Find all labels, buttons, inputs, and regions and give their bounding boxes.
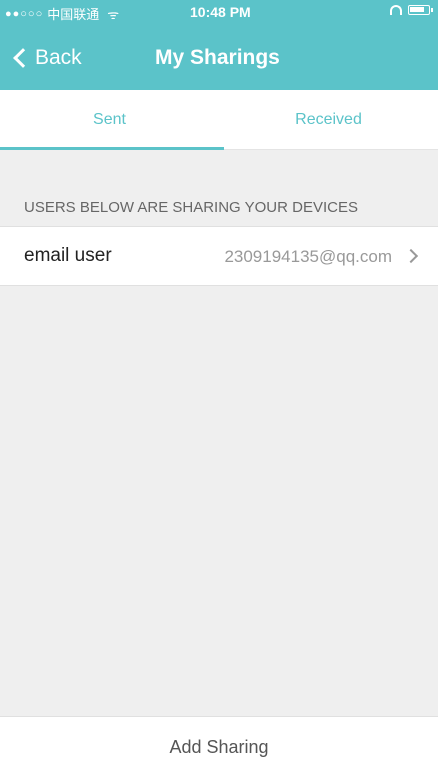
row-label: email user (24, 245, 112, 266)
status-right (390, 5, 433, 15)
chevron-left-icon (13, 48, 33, 68)
list-item[interactable]: email user 2309194135@qq.com (0, 226, 438, 286)
navigation-bar: Back My Sharings (0, 24, 438, 90)
headphone-icon (390, 5, 402, 15)
section-header: USERS BELOW ARE SHARING YOUR DEVICES (24, 199, 358, 216)
active-tab-indicator (0, 147, 224, 150)
carrier-name: 中国联通 (47, 7, 100, 22)
tab-sent-label: Sent (93, 111, 126, 128)
status-time: 10:48 PM (190, 4, 251, 20)
tab-received-label: Received (295, 111, 362, 128)
add-sharing-button[interactable]: Add Sharing (0, 716, 438, 778)
signal-icon: ●●○○○ (5, 7, 44, 20)
status-bar: ●●○○○ 中国联通 ᯤ 10:48 PM (0, 0, 438, 24)
tab-received[interactable]: Received (219, 90, 438, 150)
row-value: 2309194135@qq.com (224, 247, 392, 266)
tab-bar: Sent Received (0, 90, 438, 150)
chevron-right-icon (403, 248, 419, 264)
page-title: My Sharings (155, 46, 280, 69)
add-sharing-label: Add Sharing (169, 737, 269, 757)
battery-icon (408, 5, 433, 15)
back-button[interactable]: Back (12, 46, 82, 70)
wifi-icon: ᯤ (107, 6, 120, 22)
back-label: Back (35, 46, 82, 69)
tab-sent[interactable]: Sent (0, 90, 219, 150)
status-left: ●●○○○ 中国联通 ᯤ (5, 4, 119, 23)
